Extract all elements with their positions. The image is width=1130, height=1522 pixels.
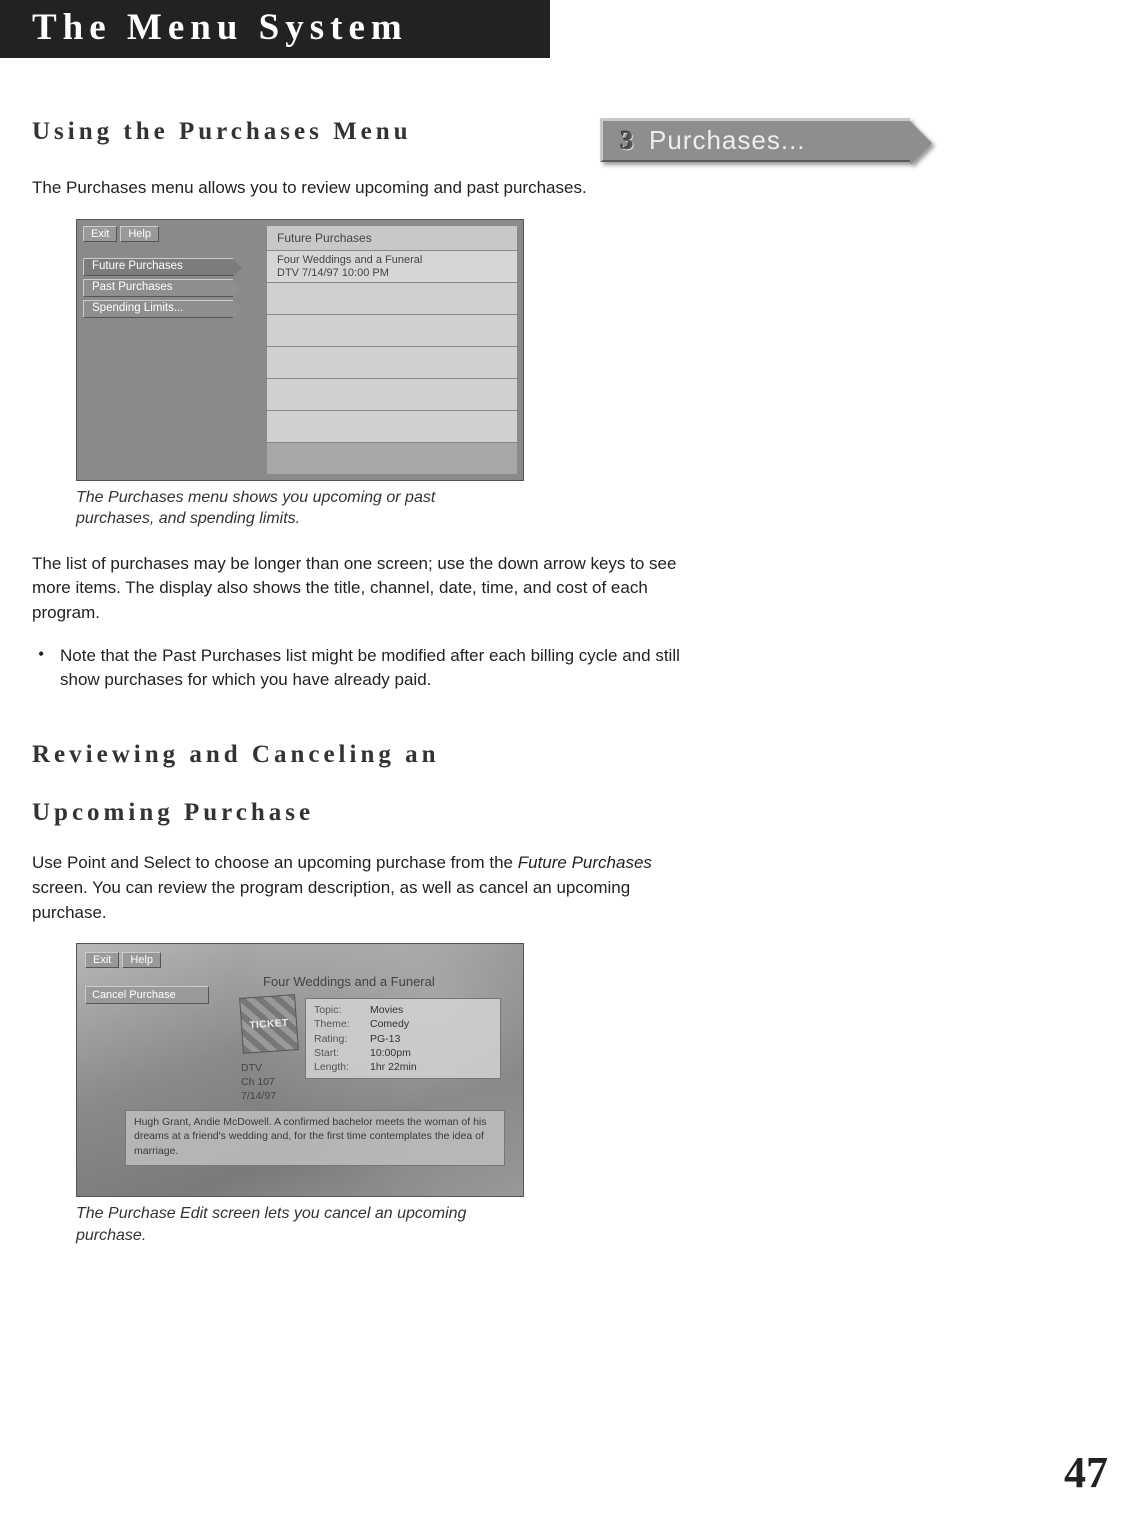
sidebar-item-future-purchases[interactable]: Future Purchases — [83, 258, 233, 276]
section-heading-reviewing: Reviewing and Canceling an — [32, 741, 696, 769]
channel-number: Ch 107 — [241, 1076, 276, 1090]
purchase-row-empty — [267, 411, 517, 443]
channel-info: DTV Ch 107 7/14/97 — [241, 1062, 276, 1103]
screenshot-purchase-edit: Exit Help Cancel Purchase Four Weddings … — [76, 943, 524, 1197]
channel-network: DTV — [241, 1062, 276, 1076]
meta-value-length: 1hr 22min — [370, 1060, 417, 1074]
meta-value-start: 10:00pm — [370, 1046, 411, 1060]
meta-value-topic: Movies — [370, 1003, 403, 1017]
meta-label-topic: Topic: — [314, 1003, 370, 1017]
bullet-text: Note that the Past Purchases list might … — [60, 644, 696, 692]
program-metadata-box: Topic:Movies Theme:Comedy Rating:PG-13 S… — [305, 998, 501, 1079]
purchase-row-empty — [267, 379, 517, 411]
section-heading-purchases: Using the Purchases Menu — [32, 118, 696, 146]
exit-button[interactable]: Exit — [83, 226, 117, 242]
purchase-row[interactable]: Four Weddings and a Funeral DTV 7/14/97 … — [267, 251, 517, 283]
purchase-row-empty — [267, 283, 517, 315]
text-run: screen. You can review the program descr… — [32, 878, 630, 922]
section-subheading-upcoming: Upcoming Purchase — [32, 799, 696, 827]
page-number: 47 — [1064, 1447, 1108, 1498]
purchase-row-empty — [267, 347, 517, 379]
movie-title: Four Weddings and a Funeral — [263, 974, 435, 989]
meta-label-rating: Rating: — [314, 1032, 370, 1046]
meta-label-theme: Theme: — [314, 1017, 370, 1031]
panel-header: Future Purchases — [267, 226, 517, 251]
figure-caption-2: The Purchase Edit screen lets you cancel… — [76, 1203, 506, 1246]
meta-label-length: Length: — [314, 1060, 370, 1074]
cancel-purchase-button[interactable]: Cancel Purchase — [85, 986, 209, 1004]
purchase-meta: DTV 7/14/97 10:00 PM — [277, 267, 507, 280]
help-button[interactable]: Help — [122, 952, 161, 968]
meta-label-start: Start: — [314, 1046, 370, 1060]
meta-value-theme: Comedy — [370, 1017, 409, 1031]
bullet-item: • Note that the Past Purchases list migh… — [32, 644, 696, 692]
sidebar-item-past-purchases[interactable]: Past Purchases — [83, 279, 233, 297]
purchase-row-empty — [267, 315, 517, 347]
purchases-list-panel: Future Purchases Four Weddings and a Fun… — [267, 226, 517, 474]
intro-paragraph: The Purchases menu allows you to review … — [32, 176, 696, 201]
bullet-dot: • — [32, 644, 60, 692]
sidebar-item-spending-limits[interactable]: Spending Limits... — [83, 300, 233, 318]
screenshot-purchases-menu: Exit Help Future Purchases Past Purchase… — [76, 219, 524, 481]
text-run: Use Point and Select to choose an upcomi… — [32, 853, 518, 872]
purchase-title: Four Weddings and a Funeral — [277, 254, 507, 267]
body-paragraph: The list of purchases may be longer than… — [32, 552, 696, 626]
help-button[interactable]: Help — [120, 226, 159, 242]
intro-paragraph-2: Use Point and Select to choose an upcomi… — [32, 851, 696, 925]
ticket-icon: TICKET — [239, 994, 299, 1054]
figure-purchase-edit: Exit Help Cancel Purchase Four Weddings … — [76, 943, 696, 1197]
channel-date: 7/14/97 — [241, 1090, 276, 1104]
figure-caption: The Purchases menu shows you upcoming or… — [76, 487, 506, 530]
chapter-title: The Menu System — [0, 0, 550, 58]
meta-value-rating: PG-13 — [370, 1032, 400, 1046]
figure-purchases-menu: Exit Help Future Purchases Past Purchase… — [76, 219, 696, 481]
program-description: Hugh Grant, Andie McDowell. A confirmed … — [125, 1110, 505, 1166]
exit-button[interactable]: Exit — [85, 952, 119, 968]
italic-text: Future Purchases — [518, 853, 652, 872]
